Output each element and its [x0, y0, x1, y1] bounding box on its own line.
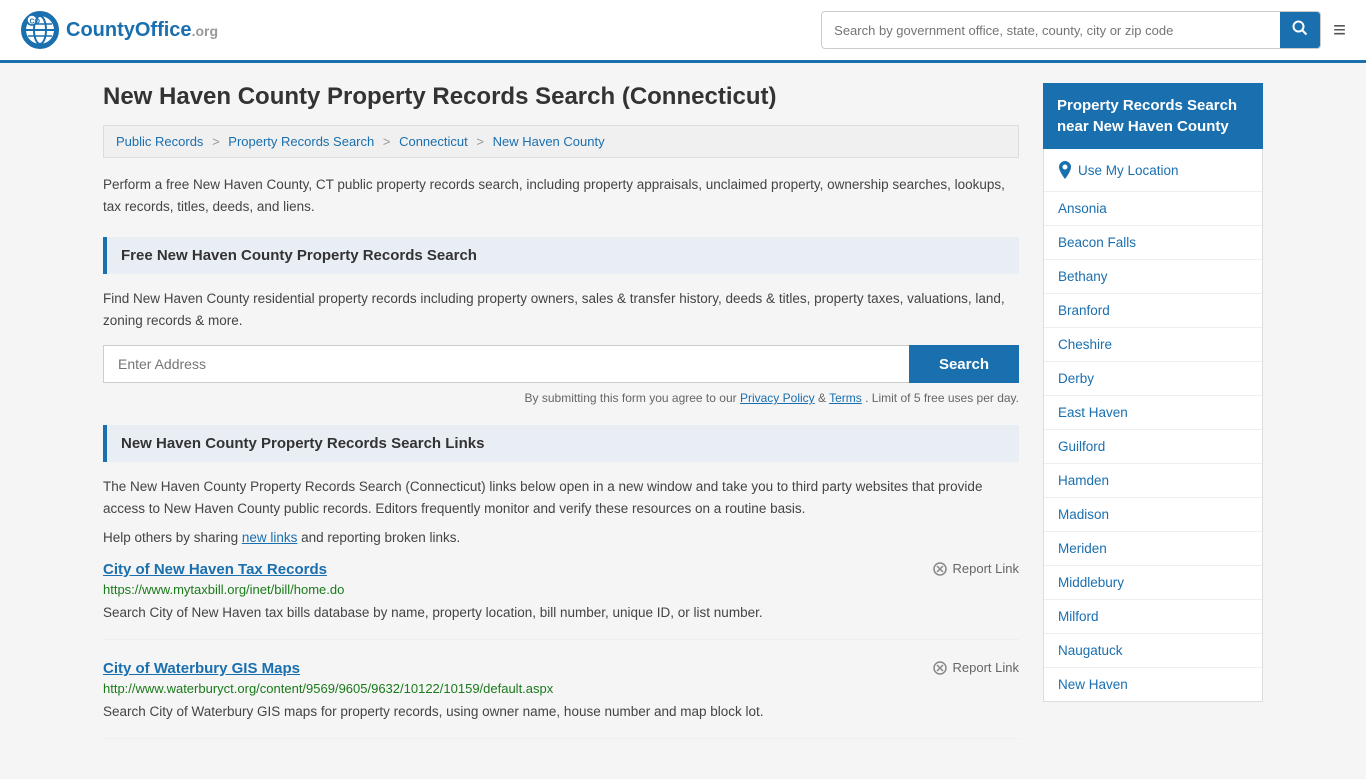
- form-notice-and: &: [818, 391, 829, 405]
- share-text: Help others by sharing: [103, 530, 238, 545]
- link-item-2: City of Waterbury GIS Maps Report Link h…: [103, 660, 1019, 739]
- breadcrumb-property-records-search[interactable]: Property Records Search: [228, 134, 374, 149]
- address-search-form: Search: [103, 345, 1019, 383]
- link-item-1: City of New Haven Tax Records Report Lin…: [103, 561, 1019, 640]
- sidebar-header: Property Records Search near New Haven C…: [1043, 83, 1263, 149]
- privacy-policy-link[interactable]: Privacy Policy: [740, 391, 815, 405]
- page-title: New Haven County Property Records Search…: [103, 83, 1019, 111]
- sidebar-link-new-haven[interactable]: New Haven: [1044, 668, 1262, 701]
- logo-icon: CO: [20, 10, 60, 50]
- form-notice-limit: . Limit of 5 free uses per day.: [865, 391, 1019, 405]
- form-notice: By submitting this form you agree to our…: [103, 391, 1019, 405]
- global-search-input[interactable]: [822, 15, 1280, 46]
- link-item-2-header: City of Waterbury GIS Maps Report Link: [103, 660, 1019, 677]
- property-search-section: Free New Haven County Property Records S…: [103, 237, 1019, 405]
- report-icon-2: [932, 660, 948, 676]
- sidebar-link-guilford[interactable]: Guilford: [1044, 430, 1262, 464]
- logo-area: CO CountyOffice.org: [20, 10, 218, 50]
- breadcrumb-sep-3: >: [476, 134, 484, 149]
- sidebar-link-madison[interactable]: Madison: [1044, 498, 1262, 532]
- link-item-2-url: http://www.waterburyct.org/content/9569/…: [103, 681, 1019, 696]
- link-item-1-header: City of New Haven Tax Records Report Lin…: [103, 561, 1019, 578]
- link-item-1-url: https://www.mytaxbill.org/inet/bill/home…: [103, 582, 1019, 597]
- link-item-2-link[interactable]: City of Waterbury GIS Maps: [103, 660, 300, 677]
- report-icon-1: [932, 561, 948, 577]
- links-section: New Haven County Property Records Search…: [103, 425, 1019, 739]
- breadcrumb-new-haven-county[interactable]: New Haven County: [493, 134, 605, 149]
- link-item-2-title: City of Waterbury GIS Maps: [103, 660, 300, 677]
- logo-text: CountyOffice.org: [66, 19, 218, 42]
- form-notice-text: By submitting this form you agree to our: [525, 391, 737, 405]
- breadcrumb-sep-2: >: [383, 134, 391, 149]
- sidebar-link-east-haven[interactable]: East Haven: [1044, 396, 1262, 430]
- svg-text:CO: CO: [30, 19, 41, 26]
- breadcrumb-public-records[interactable]: Public Records: [116, 134, 203, 149]
- global-search-button[interactable]: [1280, 12, 1320, 48]
- sidebar-link-meriden[interactable]: Meriden: [1044, 532, 1262, 566]
- global-search-bar: [821, 11, 1321, 49]
- link-item-1-title: City of New Haven Tax Records: [103, 561, 327, 578]
- sidebar-link-naugatuck[interactable]: Naugatuck: [1044, 634, 1262, 668]
- broken-text-content: and reporting broken links.: [301, 530, 460, 545]
- report-label-1: Report Link: [953, 561, 1019, 576]
- breadcrumb-connecticut[interactable]: Connecticut: [399, 134, 468, 149]
- link-item-1-desc: Search City of New Haven tax bills datab…: [103, 603, 1019, 623]
- link-item-2-desc: Search City of Waterbury GIS maps for pr…: [103, 702, 1019, 722]
- content-area: New Haven County Property Records Search…: [103, 83, 1019, 759]
- sidebar-link-derby[interactable]: Derby: [1044, 362, 1262, 396]
- location-pin-icon: [1058, 161, 1072, 179]
- sidebar-link-bethany[interactable]: Bethany: [1044, 260, 1262, 294]
- sidebar-link-beacon-falls[interactable]: Beacon Falls: [1044, 226, 1262, 260]
- sidebar-body: Use My Location Ansonia Beacon Falls Bet…: [1043, 149, 1263, 702]
- terms-link[interactable]: Terms: [829, 391, 862, 405]
- new-links-link-label[interactable]: new links: [242, 530, 298, 545]
- breadcrumb: Public Records > Property Records Search…: [103, 125, 1019, 158]
- share-links: Help others by sharing new links and rep…: [103, 530, 1019, 545]
- report-link-btn-2[interactable]: Report Link: [932, 660, 1019, 676]
- sidebar-link-cheshire[interactable]: Cheshire: [1044, 328, 1262, 362]
- links-description: The New Haven County Property Records Se…: [103, 476, 1019, 519]
- link-item-1-link[interactable]: City of New Haven Tax Records: [103, 561, 327, 578]
- main-container: New Haven County Property Records Search…: [83, 63, 1283, 779]
- use-my-location[interactable]: Use My Location: [1044, 149, 1262, 192]
- address-search-button[interactable]: Search: [909, 345, 1019, 383]
- sidebar-link-branford[interactable]: Branford: [1044, 294, 1262, 328]
- use-my-location-label: Use My Location: [1078, 163, 1179, 178]
- address-input[interactable]: [103, 345, 909, 383]
- sidebar-link-milford[interactable]: Milford: [1044, 600, 1262, 634]
- search-description: Find New Haven County residential proper…: [103, 288, 1019, 331]
- report-label-2: Report Link: [953, 660, 1019, 675]
- sidebar-link-ansonia[interactable]: Ansonia: [1044, 192, 1262, 226]
- sidebar: Property Records Search near New Haven C…: [1043, 83, 1263, 759]
- header-right: ≡: [821, 11, 1346, 49]
- sidebar-link-middlebury[interactable]: Middlebury: [1044, 566, 1262, 600]
- page-description: Perform a free New Haven County, CT publ…: [103, 174, 1019, 217]
- header: CO CountyOffice.org ≡: [0, 0, 1366, 63]
- breadcrumb-sep-1: >: [212, 134, 220, 149]
- free-search-heading: Free New Haven County Property Records S…: [103, 237, 1019, 274]
- report-link-btn-1[interactable]: Report Link: [932, 561, 1019, 577]
- hamburger-icon[interactable]: ≡: [1333, 17, 1346, 43]
- links-heading: New Haven County Property Records Search…: [103, 425, 1019, 462]
- sidebar-link-hamden[interactable]: Hamden: [1044, 464, 1262, 498]
